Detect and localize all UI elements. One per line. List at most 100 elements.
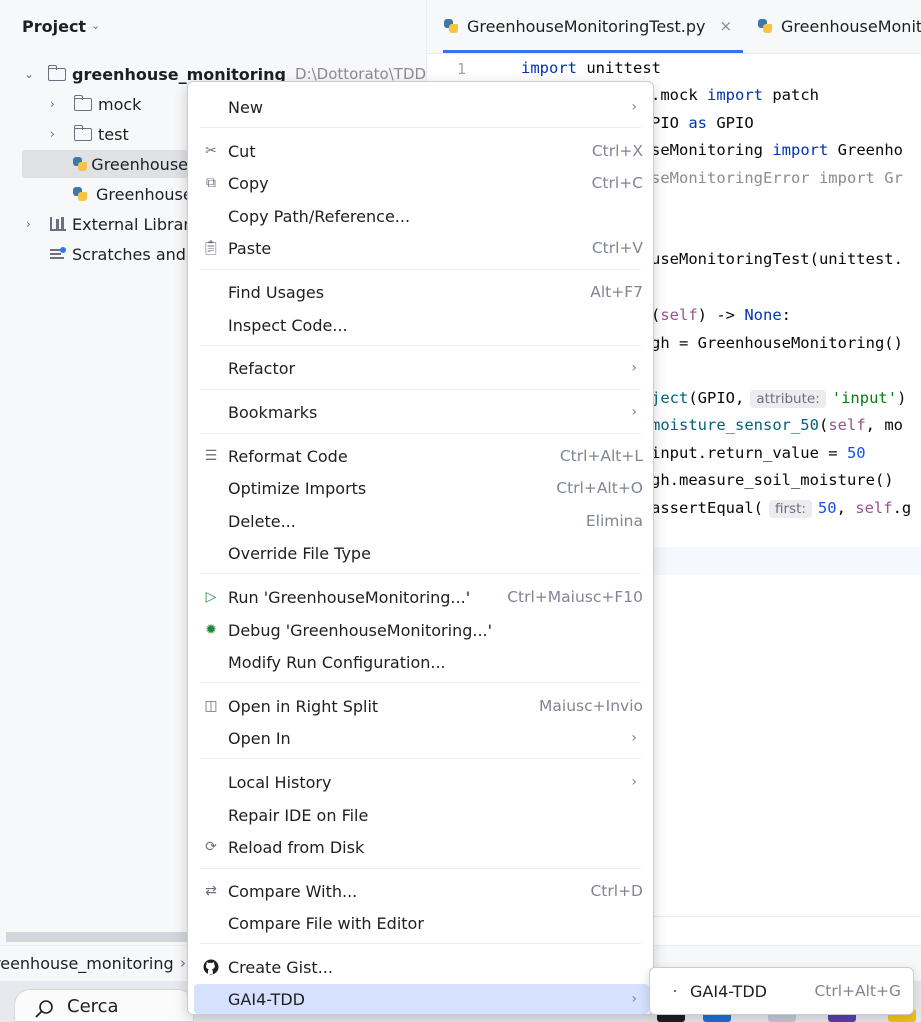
menu-item-optimize-imports[interactable]: Optimize Imports Ctrl+Alt+O: [194, 473, 649, 503]
tree-item-scratches[interactable]: Scratches and: [50, 240, 186, 268]
menu-item-create-gist[interactable]: Create Gist...: [194, 952, 649, 982]
menu-separator: [200, 758, 641, 759]
menu-item-override-file-type[interactable]: Override File Type: [194, 538, 649, 568]
menu-item-label: GAI4-TDD: [228, 989, 305, 1009]
menu-item-open-in[interactable]: Open In ›: [194, 723, 649, 753]
collapsed-arrow-icon[interactable]: ›: [26, 217, 40, 231]
library-icon: [50, 217, 66, 231]
menu-item-reformat-code[interactable]: ☰ Reformat Code Ctrl+Alt+L: [194, 441, 649, 471]
code-line: assertEqual(first: 50, self.g: [651, 499, 912, 518]
expanded-arrow-icon[interactable]: ⌄: [24, 67, 38, 81]
menu-item-label: Open In: [228, 728, 291, 748]
code-line: seMonitoring import Greenho: [651, 141, 903, 159]
menu-item-label: Optimize Imports: [228, 478, 367, 498]
menu-item-compare-with[interactable]: ⇄ Compare With... Ctrl+D: [194, 876, 649, 906]
menu-separator: [200, 269, 641, 270]
menu-item-delete[interactable]: Delete... Elimina: [194, 506, 649, 536]
menu-item-label: Refactor: [228, 358, 296, 378]
debug-bug-icon: ✹: [205, 622, 217, 638]
menu-item-label: Inspect Code...: [228, 315, 348, 335]
menu-item-label: Override File Type: [228, 543, 371, 563]
menu-item-label: Compare File with Editor: [228, 913, 424, 933]
menu-item-paste[interactable]: 📋︎ Paste Ctrl+V: [194, 233, 649, 263]
code-line: ject(GPIO, attribute:'input'): [651, 389, 907, 408]
tree-item-label: Greenhouse: [96, 184, 193, 204]
context-menu: New › ✂ Cut Ctrl+X ⧉ Copy Ctrl+C Copy Pa…: [187, 81, 654, 1015]
code-line: moisture_sensor_50(self, mo: [651, 416, 903, 434]
menu-item-label: Reformat Code: [228, 446, 348, 466]
tab-greenhouse-monitoring[interactable]: GreenhouseMonito: [757, 0, 921, 52]
copy-icon: ⧉: [206, 175, 216, 191]
horizontal-scrollbar[interactable]: [6, 932, 188, 942]
menu-item-cut[interactable]: ✂ Cut Ctrl+X: [194, 136, 649, 166]
menu-item-run[interactable]: ▷ Run 'GreenhouseMonitoring...' Ctrl+Mai…: [194, 582, 649, 612]
menu-item-compare-file-editor[interactable]: Compare File with Editor: [194, 908, 649, 938]
menu-item-inspect-code[interactable]: Inspect Code...: [194, 310, 649, 340]
menu-item-bookmarks[interactable]: Bookmarks ›: [194, 397, 649, 427]
menu-item-repair-ide[interactable]: Repair IDE on File: [194, 800, 649, 830]
tab-label: GreenhouseMonitoringTest.py: [467, 16, 706, 36]
menu-separator: [200, 682, 641, 683]
search-input[interactable]: Cerca: [67, 996, 119, 1017]
reload-icon: ⟳: [205, 839, 217, 855]
tree-item-greenhouse-file[interactable]: Greenhouse: [72, 180, 193, 208]
tree-item-mock[interactable]: › mock: [50, 90, 141, 118]
menu-item-label: Reload from Disk: [228, 837, 365, 857]
menu-item-open-right-split[interactable]: ◫ Open in Right Split Maiusc+Invio: [194, 691, 649, 721]
menu-item-modify-run-config[interactable]: Modify Run Configuration...: [194, 647, 649, 677]
project-panel-title[interactable]: Project: [22, 17, 86, 36]
code-line: gh = GreenhouseMonitoring(): [651, 334, 903, 352]
collapsed-arrow-icon[interactable]: ›: [50, 127, 64, 141]
close-icon[interactable]: ×: [719, 17, 732, 35]
menu-separator: [200, 345, 641, 346]
breadcrumb-item[interactable]: reenhouse_monitoring: [0, 954, 174, 973]
collapsed-arrow-icon[interactable]: ›: [50, 97, 64, 111]
menu-item-new[interactable]: New ›: [194, 92, 649, 122]
bullet-icon: [674, 990, 676, 992]
tab-greenhouse-monitoring-test[interactable]: GreenhouseMonitoringTest.py ×: [443, 0, 743, 53]
menu-separator: [200, 389, 641, 390]
python-file-icon: [443, 18, 459, 34]
scratches-icon: [50, 247, 66, 261]
menu-item-label: Find Usages: [228, 282, 325, 302]
tab-label: GreenhouseMonito: [781, 16, 921, 36]
menu-item-label: New: [228, 97, 263, 117]
menu-item-label: Debug 'GreenhouseMonitoring...': [228, 620, 493, 640]
menu-item-shortcut: Alt+F7: [590, 283, 643, 301]
scissors-icon: ✂: [205, 143, 217, 159]
menu-item-copy-path[interactable]: Copy Path/Reference...: [194, 201, 649, 231]
menu-item-copy[interactable]: ⧉ Copy Ctrl+C: [194, 168, 649, 198]
submenu-item-gai4-tdd[interactable]: GAI4-TDD: [690, 982, 767, 1001]
submenu-arrow-icon: ›: [631, 730, 637, 746]
paste-icon: 📋︎: [202, 240, 220, 256]
menu-item-reload-from-disk[interactable]: ⟳ Reload from Disk: [194, 832, 649, 862]
submenu-arrow-icon: ›: [631, 404, 637, 420]
menu-item-shortcut: Ctrl+C: [591, 174, 643, 192]
tree-item-label: mock: [98, 94, 142, 114]
menu-item-shortcut: Maiusc+Invio: [539, 697, 643, 715]
menu-item-label: Bookmarks: [228, 402, 318, 422]
tree-item-greenhouse-file-selected[interactable]: Greenhouse: [22, 150, 188, 178]
tree-item-external-libraries[interactable]: › External Librari: [26, 210, 194, 238]
chevron-down-icon[interactable]: ⌄: [91, 19, 100, 32]
menu-separator: [200, 127, 641, 128]
menu-item-shortcut: Ctrl+Alt+O: [556, 479, 643, 497]
code-line: useMonitoringTest(unittest.: [651, 250, 903, 268]
menu-item-label: Copy: [228, 173, 269, 193]
menu-item-label: Cut: [228, 141, 256, 161]
menu-item-refactor[interactable]: Refactor ›: [194, 353, 649, 383]
code-line: gh.measure_soil_moisture(): [651, 471, 894, 489]
menu-item-shortcut: Ctrl+D: [590, 882, 643, 900]
menu-item-find-usages[interactable]: Find Usages Alt+F7: [194, 277, 649, 307]
menu-item-shortcut: Ctrl+Alt+G: [814, 982, 901, 1000]
menu-item-gai4-tdd[interactable]: GAI4-TDD ›: [194, 984, 649, 1014]
tree-item-label: External Librari: [72, 214, 195, 234]
menu-item-shortcut: Elimina: [585, 512, 643, 530]
breadcrumb-separator-icon: ›: [180, 954, 186, 972]
menu-item-debug[interactable]: ✹ Debug 'GreenhouseMonitoring...': [194, 615, 649, 645]
code-line: (self) -> None:: [651, 306, 792, 324]
tree-item-test[interactable]: › test: [50, 120, 129, 148]
menu-item-local-history[interactable]: Local History ›: [194, 767, 649, 797]
folder-icon: [47, 64, 66, 81]
taskbar-search-box[interactable]: Cerca: [14, 989, 194, 1022]
